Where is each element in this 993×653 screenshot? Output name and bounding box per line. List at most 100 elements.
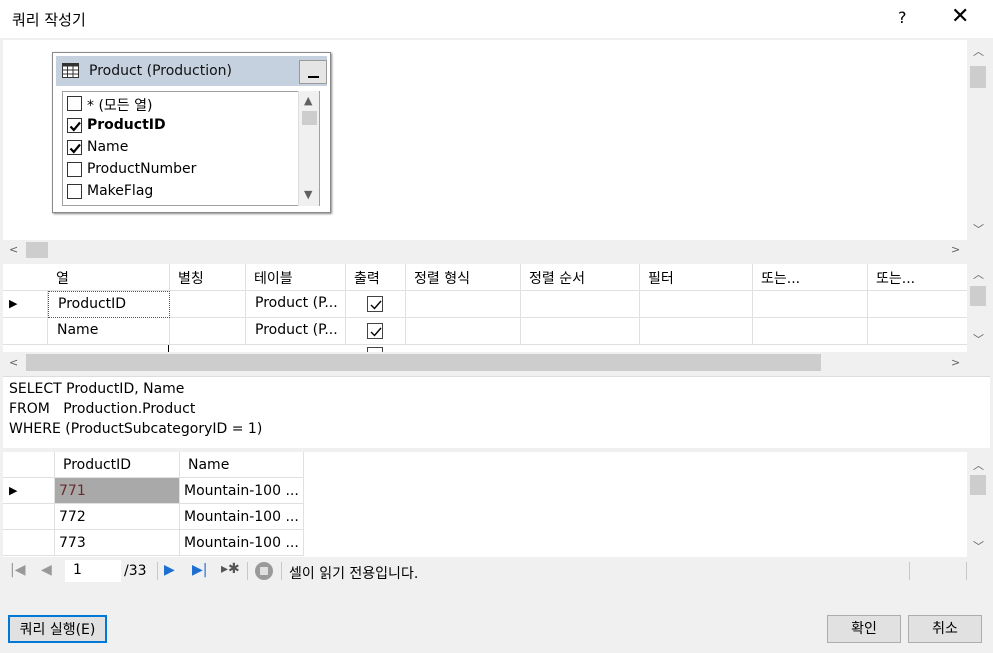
criteria-empty-cell[interactable]: [406, 318, 521, 345]
criteria-column-header[interactable]: 열: [48, 264, 170, 291]
criteria-column-header[interactable]: 정렬 순서: [521, 264, 640, 291]
cancel-button[interactable]: 취소: [908, 615, 982, 643]
diagram-vscroll[interactable]: ︿ ﹀: [967, 40, 990, 240]
criteria-vscroll[interactable]: ︿ ﹀: [967, 264, 990, 352]
results-vscroll-thumb[interactable]: [970, 475, 986, 495]
criteria-empty-cell[interactable]: [406, 291, 521, 318]
scroll-up-icon[interactable]: ▲: [304, 95, 312, 106]
criteria-alias-cell[interactable]: [170, 291, 246, 318]
table-box-header[interactable]: Product (Production): [56, 56, 327, 86]
minimize-table-button[interactable]: [299, 60, 327, 84]
diagram-hscroll[interactable]: < >: [3, 240, 967, 260]
criteria-column-header[interactable]: 또는...: [753, 264, 868, 291]
criteria-output-cell[interactable]: [346, 291, 406, 318]
results-scroll-up-icon[interactable]: ︿: [973, 460, 984, 471]
stop-icon[interactable]: [255, 562, 273, 580]
output-checkbox[interactable]: [367, 323, 383, 339]
criteria-output-cell[interactable]: [346, 318, 406, 345]
execute-query-button[interactable]: 쿼리 실행(E): [8, 615, 107, 643]
criteria-vscroll-thumb[interactable]: [970, 286, 986, 306]
diagram-hscroll-thumb[interactable]: [26, 242, 48, 258]
criteria-empty-cell[interactable]: [868, 291, 967, 318]
output-checkbox[interactable]: [367, 296, 383, 312]
result-name-cell[interactable]: Mountain-100 ...: [180, 478, 304, 504]
criteria-table-cell[interactable]: Product (P...: [246, 318, 346, 345]
column-checkbox[interactable]: [67, 140, 82, 155]
separator: [281, 562, 282, 580]
close-button[interactable]: ✕: [951, 4, 969, 30]
sql-line-1[interactable]: SELECT ProductID, Name: [9, 381, 184, 397]
result-name-cell[interactable]: Mountain-100 ...: [180, 504, 304, 530]
result-id-cell[interactable]: 773: [55, 530, 180, 556]
sql-line-2[interactable]: FROM Production.Product: [9, 401, 195, 417]
result-name-cell[interactable]: Mountain-100 ...: [180, 530, 304, 556]
criteria-column-cell[interactable]: ProductID: [48, 291, 170, 318]
next-record-icon[interactable]: ▶: [164, 562, 175, 578]
row-selector[interactable]: [3, 530, 55, 556]
column-list-item[interactable]: * (모든 열): [65, 94, 297, 114]
column-list-item[interactable]: Name: [65, 138, 297, 158]
sql-line-3[interactable]: WHERE (ProductSubcategoryID = 1): [9, 421, 262, 437]
results-scroll-down-icon[interactable]: ﹀: [973, 541, 984, 552]
current-record-field[interactable]: 1: [65, 560, 121, 582]
diagram-scroll-up-icon[interactable]: ︿: [973, 46, 984, 57]
criteria-column-header[interactable]: 별칭: [170, 264, 246, 291]
criteria-empty-cell[interactable]: [753, 318, 868, 345]
criteria-table-cell[interactable]: Product (P...: [246, 291, 346, 318]
criteria-scroll-right-icon[interactable]: >: [951, 357, 960, 368]
table-box[interactable]: Product (Production) * (모든 열) ProductID Na…: [52, 52, 331, 213]
results-header-row: ProductID Name: [3, 452, 304, 478]
criteria-column-header[interactable]: 테이블: [246, 264, 346, 291]
scroll-down-icon[interactable]: ▼: [304, 189, 312, 200]
criteria-column-cell[interactable]: Name: [48, 318, 170, 345]
results-column-header[interactable]: Name: [180, 452, 304, 478]
criteria-empty-cell[interactable]: [521, 318, 640, 345]
diagram-scroll-left-icon[interactable]: <: [9, 244, 18, 255]
column-checkbox[interactable]: [67, 184, 82, 199]
column-checkbox[interactable]: [67, 118, 82, 133]
criteria-empty-cell[interactable]: [753, 291, 868, 318]
diagram-scroll-right-icon[interactable]: >: [951, 244, 960, 255]
column-checkbox[interactable]: [67, 96, 82, 111]
results-column-header[interactable]: ProductID: [55, 452, 180, 478]
criteria-scroll-down-icon[interactable]: ﹀: [973, 334, 984, 345]
criteria-empty-cell[interactable]: [521, 291, 640, 318]
row-selector[interactable]: ▶: [3, 291, 48, 318]
new-record-icon[interactable]: ▸✱: [221, 561, 240, 577]
column-checkbox[interactable]: [67, 162, 82, 177]
column-list-thumb[interactable]: [302, 111, 317, 125]
results-vscroll[interactable]: ︿ ﹀: [967, 452, 990, 557]
result-id-cell[interactable]: 772: [55, 504, 180, 530]
diagram-vscroll-thumb[interactable]: [970, 66, 986, 88]
row-selector[interactable]: [3, 504, 55, 530]
criteria-scroll-up-icon[interactable]: ︿: [973, 269, 984, 280]
row-selector[interactable]: [3, 318, 48, 345]
sql-pane[interactable]: SELECT ProductID, Name FROM Production.P…: [3, 376, 990, 448]
column-label: ProductNumber: [87, 161, 197, 177]
criteria-alias-cell[interactable]: [170, 318, 246, 345]
column-list-item[interactable]: ProductNumber: [65, 160, 297, 180]
column-list-item[interactable]: ProductID: [65, 116, 297, 136]
criteria-empty-cell[interactable]: [640, 291, 753, 318]
diagram-scroll-down-icon[interactable]: ﹀: [973, 224, 984, 235]
criteria-column-header[interactable]: 출력: [346, 264, 406, 291]
criteria-empty-cell[interactable]: [640, 318, 753, 345]
criteria-column-header[interactable]: 또는...: [868, 264, 967, 291]
column-list-item[interactable]: MakeFlag: [65, 182, 297, 202]
prev-record-icon[interactable]: ◀: [41, 562, 52, 578]
results-grid: ProductID Name ▶ 771 Mountain-100 ... 772 Moun…: [3, 452, 967, 557]
criteria-hscroll[interactable]: < >: [3, 352, 967, 373]
criteria-scroll-left-icon[interactable]: <: [9, 357, 18, 368]
ok-button[interactable]: 확인: [827, 615, 901, 643]
criteria-empty-cell[interactable]: [868, 318, 967, 345]
criteria-column-header[interactable]: 정렬 형식: [406, 264, 521, 291]
help-button[interactable]: ?: [898, 8, 907, 27]
criteria-column-header[interactable]: 필터: [640, 264, 753, 291]
first-record-icon[interactable]: |◀: [10, 562, 25, 578]
last-record-icon[interactable]: ▶|: [192, 562, 207, 578]
criteria-hscroll-thumb[interactable]: [26, 354, 821, 371]
column-label: * (모든 열): [87, 98, 153, 114]
column-list-scrollbar[interactable]: ▲ ▼: [298, 91, 319, 206]
row-selector[interactable]: ▶: [3, 478, 55, 504]
result-id-cell[interactable]: 771: [55, 478, 180, 504]
